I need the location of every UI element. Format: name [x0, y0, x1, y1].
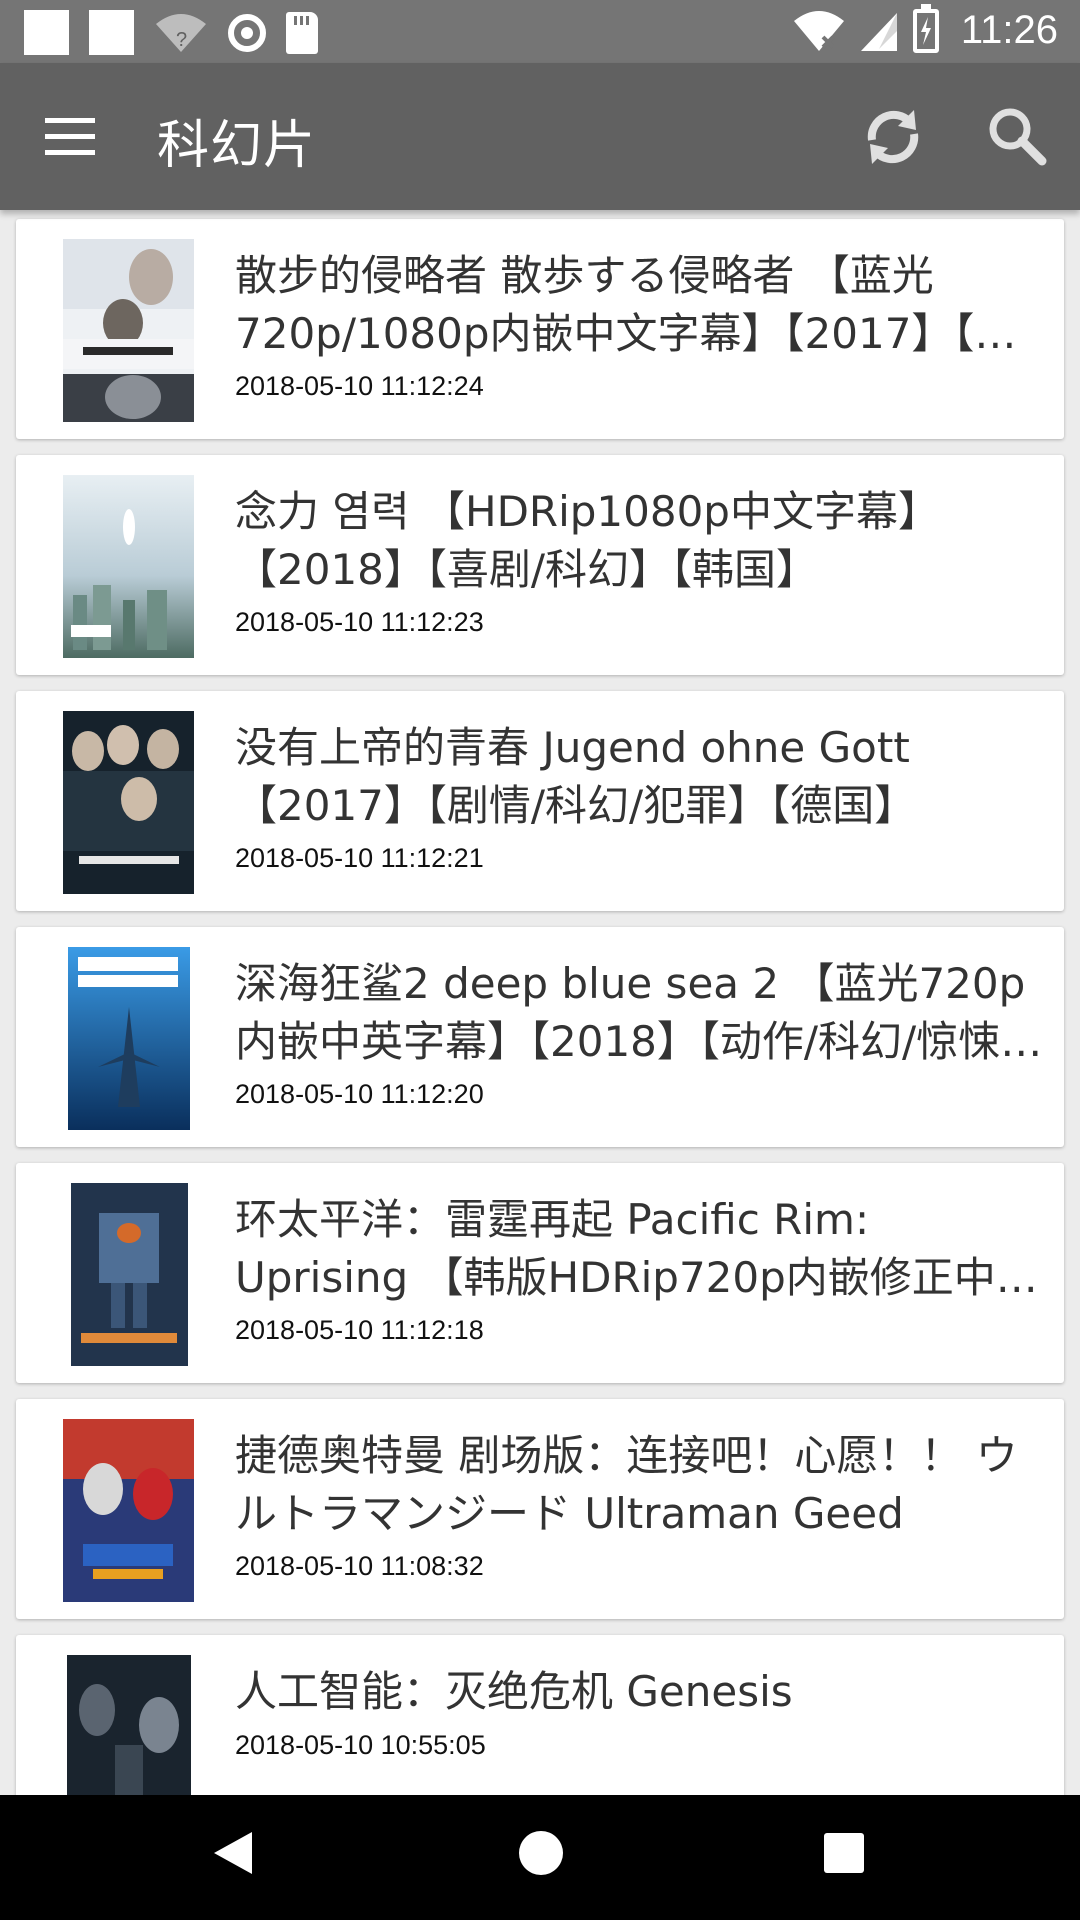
- movie-title: 人工智能：灭绝危机 Genesis: [235, 1667, 793, 1716]
- screen: ? 11:26 科幻片 散步的侵略者 散歩する侵略者 【蓝光720p/1080p…: [0, 0, 1080, 1920]
- list-item[interactable]: 念力 염력 【HDRip1080p中文字幕】【2018】【喜剧/科幻】【韩国】 …: [16, 455, 1064, 675]
- status-bar: ? 11:26: [0, 0, 1080, 63]
- notification-square-icon: [89, 10, 134, 55]
- notification-square-icon: [24, 10, 69, 55]
- movie-title: 环太平洋：雷霆再起 Pacific Rim: Uprising 【韩版HDRip…: [235, 1195, 1038, 1302]
- wifi-question-icon: ?: [154, 10, 208, 55]
- movie-title: 念力 염력 【HDRip1080p中文字幕】【2018】【喜剧/科幻】【韩国】: [235, 487, 940, 594]
- movie-date: 2018-05-10 10:55:05: [235, 1730, 486, 1760]
- movie-date: 2018-05-10 11:12:20: [235, 1079, 484, 1109]
- wifi-x-icon: [793, 10, 844, 51]
- list-item[interactable]: 散步的侵略者 散歩する侵略者 【蓝光720p/1080p内嵌中文字幕】【2017…: [16, 219, 1064, 439]
- status-bar-right: 11:26: [793, 3, 1058, 53]
- app-bar: 科幻片: [0, 63, 1080, 210]
- movie-title: 捷德奥特曼 剧场版：连接吧！心愿！！ ウルトラマンジード Ultraman Ge…: [235, 1431, 1018, 1538]
- list-item[interactable]: 捷德奥特曼 剧场版：连接吧！心愿！！ ウルトラマンジード Ultraman Ge…: [16, 1399, 1064, 1619]
- movie-poster: [67, 1655, 191, 1795]
- list-item[interactable]: 没有上帝的青春 Jugend ohne Gott 【2017】【剧情/科幻/犯罪…: [16, 691, 1064, 911]
- status-time: 11:26: [960, 8, 1058, 52]
- movie-poster: [63, 239, 194, 422]
- movie-title: 散步的侵略者 散歩する侵略者 【蓝光720p/1080p内嵌中文字幕】【2017…: [235, 251, 1017, 358]
- movie-title: 没有上帝的青春 Jugend ohne Gott 【2017】【剧情/科幻/犯罪…: [235, 723, 917, 830]
- list-item[interactable]: 人工智能：灭绝危机 Genesis 2018-05-10 10:55:05: [16, 1635, 1064, 1795]
- search-icon[interactable]: [982, 101, 1052, 171]
- status-bar-left: ?: [24, 10, 318, 55]
- refresh-icon[interactable]: [858, 102, 928, 172]
- movie-poster: [71, 1183, 188, 1366]
- movie-poster: [68, 947, 190, 1130]
- svg-text:?: ?: [176, 29, 187, 51]
- list-item[interactable]: 环太平洋：雷霆再起 Pacific Rim: Uprising 【韩版HDRip…: [16, 1163, 1064, 1383]
- movie-poster: [63, 711, 194, 894]
- list-item[interactable]: 深海狂鲨2 deep blue sea 2 【蓝光720p内嵌中英字幕】【201…: [16, 927, 1064, 1147]
- battery-charging-icon: [912, 3, 939, 53]
- page-title: 科幻片: [157, 116, 317, 176]
- movie-date: 2018-05-10 11:08:32: [235, 1551, 484, 1581]
- signal-icon: [860, 12, 897, 51]
- movie-date: 2018-05-10 11:12:23: [235, 607, 484, 637]
- movie-list[interactable]: 散步的侵略者 散歩する侵略者 【蓝光720p/1080p内嵌中文字幕】【2017…: [0, 210, 1080, 1795]
- movie-poster: [63, 475, 194, 658]
- home-circle-icon[interactable]: [519, 1831, 563, 1875]
- recents-square-icon[interactable]: [824, 1833, 864, 1873]
- sd-card-icon: [286, 11, 318, 54]
- movie-date: 2018-05-10 11:12:18: [235, 1315, 484, 1345]
- movie-title: 深海狂鲨2 deep blue sea 2 【蓝光720p内嵌中英字幕】【201…: [235, 959, 1043, 1066]
- circle-status-icon: [228, 13, 266, 52]
- movie-date: 2018-05-10 11:12:21: [235, 843, 484, 873]
- movie-date: 2018-05-10 11:12:24: [235, 371, 484, 401]
- back-triangle-icon[interactable]: [212, 1830, 254, 1880]
- hamburger-menu-icon[interactable]: [40, 111, 100, 171]
- navigation-bar: [0, 1795, 1080, 1920]
- movie-poster: [63, 1419, 194, 1602]
